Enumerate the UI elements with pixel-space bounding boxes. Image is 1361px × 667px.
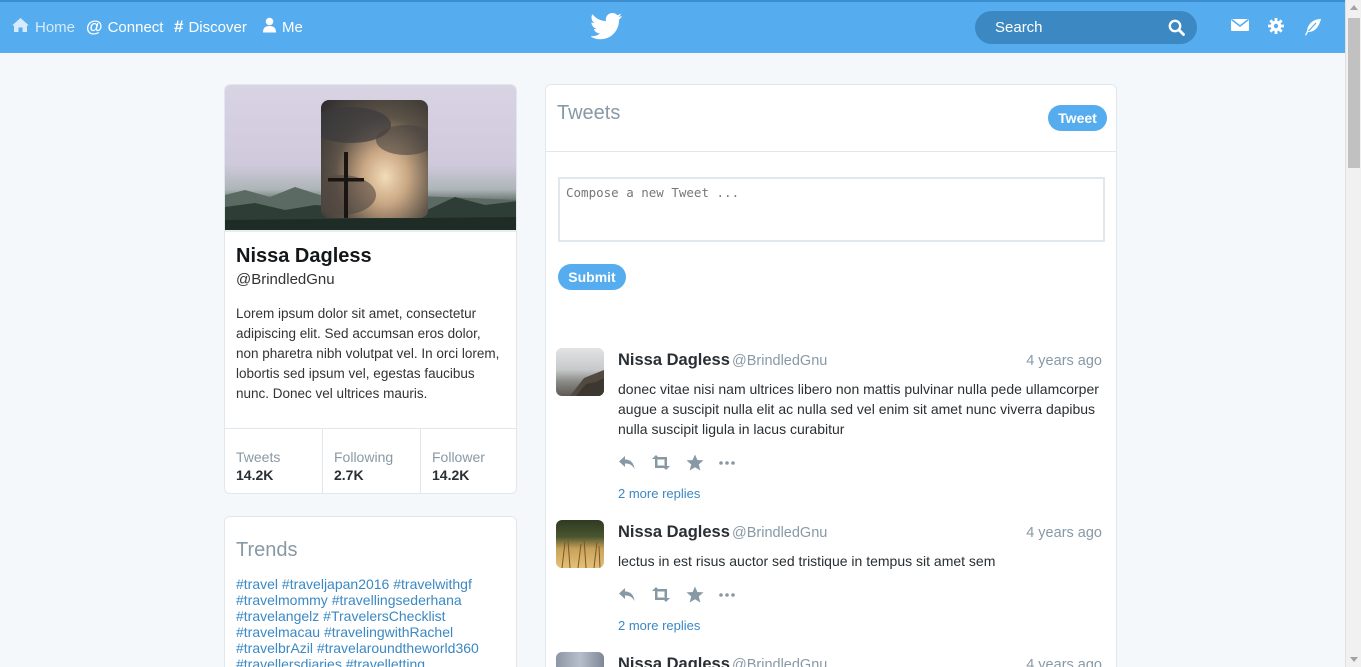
profile-card: Nissa Dagless @BrindledGnu Lorem ipsum d… [224,84,517,494]
trend-link[interactable]: #travellersdiaries [236,656,342,667]
scroll-up-arrow-icon[interactable] [1350,5,1358,10]
stat-value: 14.2K [236,467,274,483]
envelope-icon[interactable] [1231,18,1249,37]
tweet-item: Nissa Dagless @BrindledGnu 4 years ago d… [556,348,1106,508]
tweet-timestamp: 4 years ago [1026,353,1102,369]
trend-link[interactable]: #travel [236,576,278,592]
tweets-title: Tweets [557,102,621,124]
hashtag-icon: # [174,17,184,36]
tweet-author-name[interactable]: Nissa Dagless [618,655,730,667]
stat-value: 14.2K [432,467,470,483]
page-scrollbar[interactable] [1345,0,1361,667]
tweet-author-name[interactable]: Nissa Dagless [618,523,730,542]
nav-discover[interactable]: # Discover [174,17,247,37]
more-options-icon[interactable] [719,592,735,597]
submit-button[interactable]: Submit [558,264,626,290]
stat-follower[interactable]: Follower 14.2K [421,429,516,493]
nav-home[interactable]: Home [11,17,75,37]
tweet-item: Nissa Dagless @BrindledGnu 4 years ago l… [556,520,1106,660]
search-box[interactable] [975,11,1197,44]
more-options-icon[interactable] [719,460,735,465]
profile-avatar[interactable] [321,100,428,218]
stat-label: Follower [432,449,485,465]
home-icon [11,17,30,37]
trend-link[interactable]: #travelangelz [236,608,319,624]
favorite-star-icon[interactable] [686,454,704,471]
tweet-author-handle[interactable]: @BrindledGnu [732,353,827,369]
scroll-down-arrow-icon[interactable] [1350,657,1358,662]
nav-me-label: Me [282,18,303,36]
tweet-actions [618,586,750,603]
retweet-icon[interactable] [651,455,671,470]
nav-discover-label: Discover [188,18,247,36]
profile-banner-image [225,85,516,232]
trend-list: #travel #traveljapan2016 #travelwithgf #… [236,576,511,667]
nav-connect-label: Connect [107,18,164,36]
nav-connect[interactable]: @ Connect [86,17,163,37]
feather-icon[interactable] [1304,18,1322,41]
tweet-author-handle[interactable]: @BrindledGnu [732,657,827,667]
search-input[interactable] [995,11,1165,44]
trend-link[interactable]: #travelmacau [236,624,320,640]
trend-link[interactable]: #travelmommy [236,592,328,608]
tweets-panel: Tweets Tweet Submit Nissa Dagless @Brind… [545,84,1117,667]
stat-label: Tweets [236,449,281,465]
tweet-author-name[interactable]: Nissa Dagless [618,351,730,370]
profile-name[interactable]: Nissa Dagless [236,245,372,268]
stat-value: 2.7K [334,467,364,483]
user-icon [262,17,277,37]
scrollbar-thumb[interactable] [1348,18,1360,168]
tweet-avatar[interactable] [556,520,604,568]
profile-stats: Tweets 14.2K Following 2.7K Follower 14.… [225,428,516,493]
trend-link[interactable]: #travellingsederhana [332,592,462,608]
profile-handle: @BrindledGnu [236,271,335,288]
reply-icon[interactable] [618,587,636,602]
trends-card: Trends #travel #traveljapan2016 #travelw… [224,516,517,667]
favorite-star-icon[interactable] [686,586,704,603]
compose-tweet-input[interactable] [558,177,1105,242]
more-replies-link[interactable]: 2 more replies [618,618,700,633]
stat-tweets[interactable]: Tweets 14.2K [225,429,323,493]
tweet-timestamp: 4 years ago [1026,657,1102,667]
nav-me[interactable]: Me [262,17,303,37]
bird-logo-icon[interactable] [590,13,623,45]
nav-home-label: Home [35,18,76,36]
at-icon: @ [86,17,103,36]
trend-link[interactable]: #travelwithgf [393,576,472,592]
stat-following[interactable]: Following 2.7K [323,429,421,493]
more-replies-link[interactable]: 2 more replies [618,486,700,501]
tweet-avatar[interactable] [556,348,604,396]
trend-link[interactable]: #travelingwithRachel [324,624,453,640]
tweet-author-handle[interactable]: @BrindledGnu [732,525,827,541]
tweet-avatar[interactable] [556,652,604,667]
tweet-text: lectus in est risus auctor sed tristique… [618,553,996,569]
tweet-actions [618,454,750,471]
tweet-text: donec vitae nisi nam ultrices libero non… [618,381,1099,437]
top-nav-bar: Home @ Connect # Discover Me [0,0,1345,53]
stat-label: Following [334,449,394,465]
trend-link[interactable]: #travelaroundtheworld360 [317,640,479,656]
divider [546,151,1116,152]
trend-link[interactable]: #traveljapan2016 [282,576,389,592]
trend-link[interactable]: #TravelersChecklist [323,608,445,624]
trend-link[interactable]: #travelbrAzil [236,640,313,656]
reply-icon[interactable] [618,455,636,470]
tweet-item: Nissa Dagless @BrindledGnu 4 years ago [556,652,1106,667]
retweet-icon[interactable] [651,587,671,602]
tweet-button[interactable]: Tweet [1048,105,1107,131]
search-icon[interactable] [1168,19,1185,41]
tweet-timestamp: 4 years ago [1026,525,1102,541]
trend-link[interactable]: #travelletting [346,656,425,667]
trends-title: Trends [236,539,298,561]
profile-bio: Lorem ipsum dolor sit amet, consectetur … [236,306,500,401]
gear-icon[interactable] [1268,18,1284,39]
